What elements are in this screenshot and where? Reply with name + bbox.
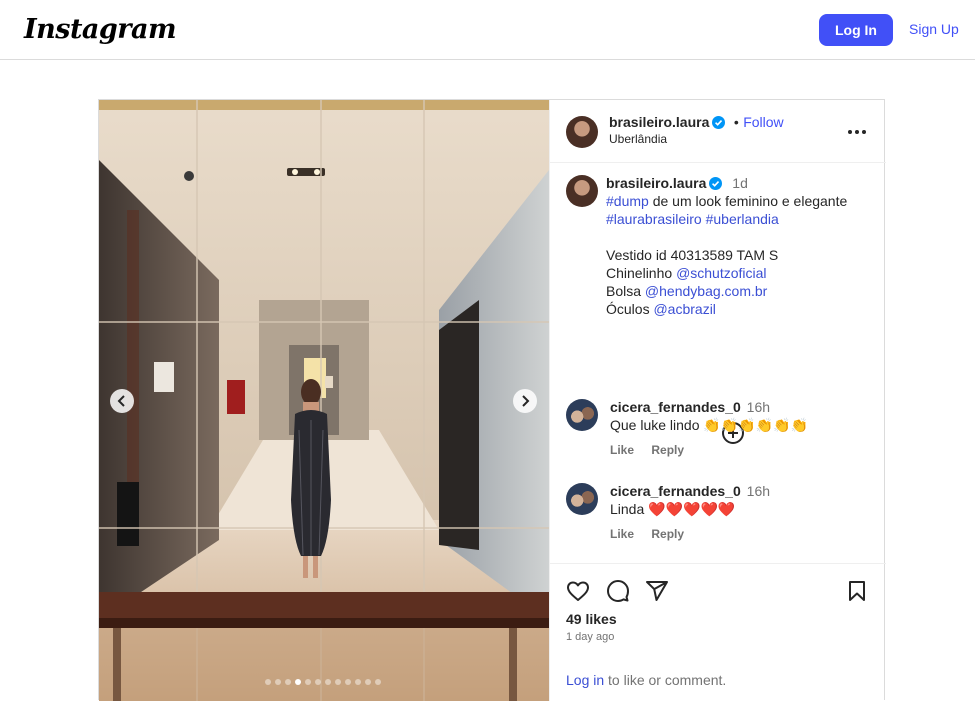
top-navigation-bar: Instagram Log In Sign Up bbox=[0, 0, 975, 60]
caption-label: Bolsa bbox=[606, 283, 645, 299]
login-prompt: Log in to like or comment. bbox=[566, 672, 726, 688]
log-in-link[interactable]: Log in bbox=[566, 672, 604, 688]
mention-link[interactable]: @hendybag.com.br bbox=[645, 283, 767, 299]
more-options-icon[interactable] bbox=[846, 122, 868, 142]
comment-body: cicera_fernandes_0 16h Linda ❤️❤️❤️❤️❤️ bbox=[610, 482, 870, 518]
post-photo-carousel[interactable] bbox=[99, 100, 549, 701]
commenter-avatar[interactable] bbox=[566, 399, 598, 431]
caption-text: brasileiro.laura 1d #dump de um look fem… bbox=[606, 174, 876, 318]
header-separator: • bbox=[733, 114, 739, 130]
previous-slide-button[interactable] bbox=[110, 389, 134, 413]
hashtag-link[interactable]: #dump bbox=[606, 193, 649, 209]
caption-line: Vestido id 40313589 TAM S bbox=[606, 247, 779, 263]
post-header: brasileiro.laura • Follow Uberlândia bbox=[550, 100, 886, 163]
like-count[interactable]: 49 likes bbox=[566, 611, 617, 627]
carousel-dot bbox=[325, 679, 331, 685]
comment-text: Linda ❤️❤️❤️❤️❤️ bbox=[610, 501, 736, 517]
hashtag-link[interactable]: #uberlandia bbox=[706, 211, 779, 227]
post-photo bbox=[99, 100, 549, 701]
comment-username[interactable]: cicera_fernandes_0 bbox=[610, 399, 741, 415]
carousel-dot bbox=[285, 679, 291, 685]
carousel-dot bbox=[315, 679, 321, 685]
post-location[interactable]: Uberlândia bbox=[609, 132, 667, 146]
comment-time: 16h bbox=[746, 399, 771, 415]
chevron-left-icon bbox=[117, 395, 125, 407]
comment-text: Que luke lindo 👏👏👏👏👏👏 bbox=[610, 417, 808, 433]
carousel-dot bbox=[375, 679, 381, 685]
share-icon[interactable] bbox=[645, 579, 669, 603]
login-prompt-text: to like or comment. bbox=[604, 672, 727, 688]
verified-badge-icon bbox=[712, 116, 726, 129]
like-comment-button[interactable]: Like bbox=[610, 443, 634, 457]
carousel-dot bbox=[345, 679, 351, 685]
comment-actions: Like Reply bbox=[610, 527, 698, 541]
carousel-dot bbox=[275, 679, 281, 685]
comment-body: cicera_fernandes_0 16h Que luke lindo 👏👏… bbox=[610, 398, 870, 434]
carousel-dot bbox=[355, 679, 361, 685]
caption-author-avatar[interactable] bbox=[566, 175, 598, 207]
post-card: brasileiro.laura • Follow Uberlândia bra… bbox=[98, 99, 886, 701]
like-comment-button[interactable]: Like bbox=[610, 527, 634, 541]
carousel-dot bbox=[335, 679, 341, 685]
hashtag-link[interactable]: #laurabrasileiro bbox=[606, 211, 702, 227]
caption-line: de um look feminino e elegante bbox=[648, 193, 848, 209]
carousel-dot bbox=[365, 679, 371, 685]
instagram-logo[interactable]: Instagram bbox=[24, 14, 177, 45]
carousel-dot bbox=[295, 679, 301, 685]
sign-up-link[interactable]: Sign Up bbox=[909, 21, 959, 37]
carousel-position-indicator bbox=[265, 679, 381, 685]
commenter-avatar[interactable] bbox=[566, 483, 598, 515]
caption-label: Chinelinho bbox=[606, 265, 677, 281]
next-slide-button[interactable] bbox=[513, 389, 537, 413]
mention-link[interactable]: @acbrazil bbox=[653, 301, 715, 317]
comment-icon[interactable] bbox=[606, 579, 630, 603]
comment-time: 16h bbox=[746, 483, 771, 499]
caption-time: 1d bbox=[732, 175, 748, 191]
post-sidebar: brasileiro.laura • Follow Uberlândia bra… bbox=[549, 100, 886, 701]
author-avatar[interactable] bbox=[566, 116, 598, 148]
post-timestamp: 1 day ago bbox=[566, 631, 615, 643]
mention-link[interactable]: @schutzoficial bbox=[676, 265, 766, 281]
reply-comment-button[interactable]: Reply bbox=[651, 527, 684, 541]
author-username[interactable]: brasileiro.laura bbox=[609, 114, 709, 130]
caption-label: Óculos bbox=[606, 301, 654, 317]
reply-comment-button[interactable]: Reply bbox=[651, 443, 684, 457]
comment-actions: Like Reply bbox=[610, 443, 698, 457]
carousel-dot bbox=[305, 679, 311, 685]
carousel-dot bbox=[265, 679, 271, 685]
comment-username[interactable]: cicera_fernandes_0 bbox=[610, 483, 741, 499]
follow-button[interactable]: Follow bbox=[743, 114, 783, 130]
post-action-bar: 49 likes 1 day ago Log in to like or com… bbox=[550, 563, 886, 701]
log-in-button[interactable]: Log In bbox=[819, 14, 893, 46]
heart-icon[interactable] bbox=[566, 579, 590, 603]
verified-badge-icon bbox=[709, 177, 723, 190]
caption-username[interactable]: brasileiro.laura bbox=[606, 175, 706, 191]
chevron-right-icon bbox=[522, 395, 530, 407]
bookmark-icon[interactable] bbox=[845, 579, 869, 603]
